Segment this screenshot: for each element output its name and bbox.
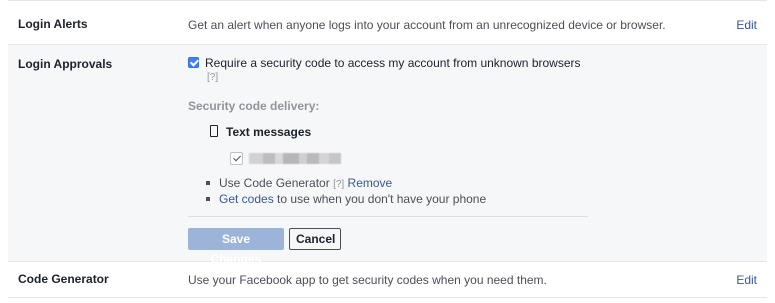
require-code-option[interactable]: Require a security code to access my acc…: [188, 56, 581, 70]
text-messages-label: Text messages: [226, 125, 312, 139]
divider: [188, 216, 588, 217]
remove-link[interactable]: Remove: [348, 176, 393, 190]
login-approvals-label: Login Approvals: [18, 57, 113, 71]
security-settings-panel: Login Alerts Get an alert when anyone lo…: [8, 0, 767, 303]
get-codes-link[interactable]: Get codes: [219, 192, 274, 206]
cancel-button[interactable]: Cancel: [289, 228, 341, 250]
code-generator-row[interactable]: Code Generator Use your Facebook app to …: [8, 262, 767, 298]
login-alerts-description: Get an alert when anyone logs into your …: [188, 18, 666, 32]
code-generator-text: Use Code Generator: [219, 176, 330, 190]
phone-number-option[interactable]: [230, 151, 341, 166]
bullet-icon: [206, 196, 210, 201]
require-code-checkbox[interactable]: [188, 57, 199, 69]
code-generator-edit-link[interactable]: Edit: [736, 273, 757, 287]
login-alerts-edit-link[interactable]: Edit: [736, 18, 757, 32]
login-approvals-row: Login Approvals Require a security code …: [8, 45, 767, 266]
login-alerts-label: Login Alerts: [18, 17, 88, 31]
phone-number-checkbox[interactable]: [230, 152, 243, 166]
code-generator-label: Code Generator: [18, 272, 109, 286]
require-code-label: Require a security code to access my acc…: [205, 56, 581, 70]
code-generator-description: Use your Facebook app to get security co…: [188, 273, 547, 287]
list-item: Get codes to use when you don't have you…: [206, 191, 486, 207]
code-generator-help-icon[interactable]: [?]: [333, 179, 344, 190]
list-item: Use Code Generator [?] Remove: [206, 175, 486, 191]
options-list: Use Code Generator [?] Remove Get codes …: [206, 175, 486, 207]
save-changes-button[interactable]: Save Changes: [188, 228, 284, 266]
text-messages-heading: Text messages: [210, 125, 311, 139]
get-codes-text: to use when you don't have your phone: [277, 192, 487, 206]
bullet-icon: [206, 180, 210, 185]
delivery-heading: Security code delivery:: [188, 99, 320, 113]
redacted-phone-number: [249, 153, 341, 165]
login-alerts-row[interactable]: Login Alerts Get an alert when anyone lo…: [8, 0, 767, 45]
require-code-help-icon[interactable]: [?]: [207, 72, 218, 83]
phone-icon: [210, 125, 218, 138]
